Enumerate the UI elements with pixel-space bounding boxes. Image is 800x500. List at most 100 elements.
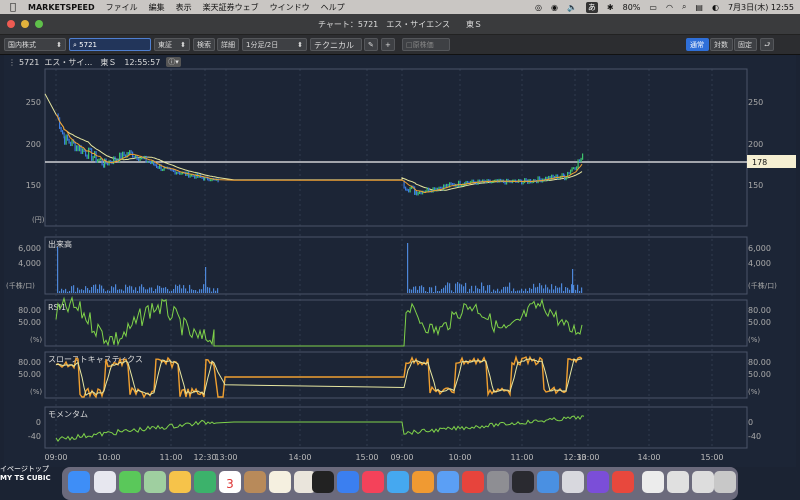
chrome-icon[interactable] [612, 471, 634, 493]
finder-icon[interactable] [68, 471, 90, 493]
screenshot-thumb-icon[interactable] [667, 471, 689, 493]
status-icon[interactable]: ◉ [551, 3, 558, 12]
code-search-input[interactable]: ⌕ 5721 [69, 38, 151, 51]
menu-file[interactable]: ファイル [106, 2, 138, 13]
stoch-ytick-80-right: 80.00 [748, 358, 771, 367]
contacts-icon[interactable] [244, 471, 266, 493]
input-method-icon[interactable]: あ [585, 1, 598, 13]
messages-icon[interactable] [119, 471, 141, 493]
mode-fixed-button[interactable]: 固定 [734, 38, 757, 51]
keynote-icon[interactable] [387, 471, 409, 493]
facetime-icon[interactable] [194, 471, 216, 493]
launchpad-icon[interactable] [94, 471, 116, 493]
close-button[interactable] [7, 20, 15, 28]
candle [180, 172, 182, 175]
candle [138, 158, 140, 162]
appletv-icon[interactable] [312, 471, 334, 493]
menu-help[interactable]: ヘルプ [321, 2, 345, 13]
original-price-button[interactable]: □原株価 [402, 38, 450, 51]
return-icon[interactable]: ⮐ [760, 38, 774, 51]
notes-icon[interactable] [269, 471, 291, 493]
zoom-button[interactable] [35, 20, 43, 28]
siri-icon[interactable]: ◐ [712, 3, 719, 12]
market-select[interactable]: 国内株式 ⬍ [4, 38, 66, 51]
volume-bar [215, 290, 217, 293]
volume-bar [409, 288, 411, 293]
candle [86, 154, 88, 159]
volume-bar [193, 290, 195, 293]
photos-icon[interactable] [169, 471, 191, 493]
checkbox-icon: □ [406, 41, 413, 49]
volume-bar [197, 291, 199, 293]
menu-edit[interactable]: 編集 [149, 2, 165, 13]
desktop-label-1[interactable]: イページトップ [0, 464, 49, 474]
interval-select[interactable]: 1分足/2日 ⬍ [242, 38, 307, 51]
volume-bar [195, 290, 197, 293]
stoch-ytick-80: 80.00 [18, 358, 41, 367]
volume-icon[interactable]: 🔈 [567, 3, 577, 12]
candle [414, 186, 416, 195]
volume-bar [581, 287, 583, 293]
volume-bar [123, 290, 125, 293]
time-tick: 09:00 [44, 453, 67, 462]
volume-bar [119, 289, 121, 293]
wifi-icon[interactable]: ◠ [666, 3, 673, 12]
volume-bar [183, 285, 185, 293]
pencil-icon[interactable]: ✎ [364, 38, 378, 51]
time-tick: 13:00 [576, 453, 599, 462]
technical-button[interactable]: テクニカル [310, 38, 362, 51]
stocks-icon[interactable] [512, 471, 534, 493]
menu-view[interactable]: 表示 [176, 2, 192, 13]
volume-bar [579, 290, 581, 293]
chart-svg: 250 200 150 (円) 250 200 150 178 出来高 6,00… [6, 68, 796, 462]
appstore-icon[interactable] [337, 471, 359, 493]
pages-icon[interactable] [412, 471, 434, 493]
apple-icon[interactable]:  [10, 2, 16, 13]
volume-bar [569, 289, 571, 293]
menu-datetime[interactable]: 7月3日(木) 12:55 [728, 2, 794, 13]
menu-rakuten-web[interactable]: 楽天証券ウェブ [203, 2, 259, 13]
price-ytick-200: 200 [26, 140, 41, 149]
mode-normal-button[interactable]: 通常 [686, 38, 709, 51]
search-icon[interactable]: ⌕ [682, 2, 686, 12]
broadcast-icon[interactable]: ◎ [535, 3, 542, 12]
calendar-icon[interactable]: 3 [219, 471, 241, 493]
bluetooth-icon[interactable]: ✱ [607, 3, 614, 12]
mode-log-button[interactable]: 対数 [710, 38, 733, 51]
search-button[interactable]: 検索 [193, 38, 215, 51]
volume-bar [157, 285, 159, 293]
plus-icon[interactable]: + [381, 38, 395, 51]
music-icon[interactable] [362, 471, 384, 493]
app-purple-icon[interactable] [587, 471, 609, 493]
exchange-select[interactable]: 東証 ⬍ [154, 38, 190, 51]
minimize-button[interactable] [21, 20, 29, 28]
chart-area[interactable]: ⋮ 5721 エス・サイ… 東Ｓ 12:55:57 ⓘ▾ 250 200 150… [4, 55, 796, 467]
detail-button[interactable]: 詳細 [217, 38, 239, 51]
desktop-label-2[interactable]: MY TS CUBIC [0, 474, 51, 482]
battery-text: 80% [622, 2, 641, 12]
volume-bar [547, 287, 549, 293]
volume-bar [541, 285, 543, 293]
chatgpt-icon[interactable] [562, 471, 584, 493]
volume-bar [145, 289, 147, 293]
control-center-icon[interactable]: ▤ [695, 3, 703, 12]
volume-bar [103, 288, 105, 293]
time-tick: 15:00 [355, 453, 378, 462]
candle [113, 156, 115, 165]
candle [568, 171, 570, 175]
candle [574, 167, 576, 171]
safari-icon[interactable] [537, 471, 559, 493]
system-settings-icon[interactable] [487, 471, 509, 493]
candle [444, 184, 446, 188]
battery-icon[interactable]: ▭ [649, 3, 657, 12]
trash-icon[interactable] [714, 471, 736, 493]
menu-window[interactable]: ウインドウ [270, 2, 310, 13]
folder-thumb-icon[interactable] [692, 471, 714, 493]
candle [443, 184, 445, 191]
volume-bar [165, 287, 167, 293]
news-icon[interactable] [462, 471, 484, 493]
maps-icon[interactable] [144, 471, 166, 493]
document-thumb-icon[interactable] [642, 471, 664, 493]
menu-app-name[interactable]: MARKETSPEED [28, 3, 95, 12]
numbers-icon[interactable] [437, 471, 459, 493]
